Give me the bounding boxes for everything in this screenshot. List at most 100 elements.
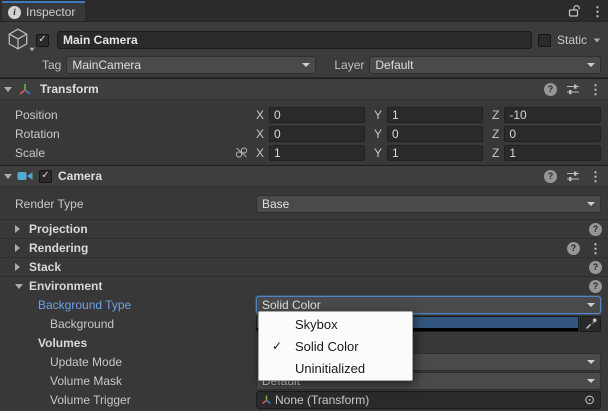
inspector-panel: i Inspector ⋮ ✓ Main Camera Static [0,0,608,411]
foldout-closed-icon [15,263,20,271]
foldout-open-icon[interactable] [4,174,12,179]
lock-open-icon[interactable] [568,4,581,18]
rotation-row: Rotation X0 Y0 Z0 [0,124,608,143]
volume-trigger-object-field[interactable]: None (Transform) ⊙ [256,391,601,409]
chevron-down-icon [587,379,595,383]
foldout-closed-icon [15,225,20,233]
scale-row: Scale X1 Y1 Z1 [0,143,608,162]
gameobject-icon-button[interactable] [6,27,36,53]
axis-y-label: Y [374,108,382,122]
component-menu-icon[interactable]: ⋮ [589,83,602,96]
popup-item-label: Solid Color [295,339,359,354]
info-icon: i [8,6,21,19]
camera-enabled-checkbox[interactable]: ✓ [39,170,52,183]
tag-dropdown[interactable]: MainCamera [66,56,316,74]
help-icon[interactable]: ? [589,223,602,236]
background-type-label: Background Type [38,298,256,312]
foldout-rendering[interactable]: Rendering ? ⋮ [0,238,608,257]
check-icon: ✓ [38,35,46,45]
projection-label: Projection [29,222,88,236]
chevron-down-icon [587,63,595,67]
scale-z-field[interactable]: 1 [504,145,601,161]
static-dropdown-arrow[interactable] [594,38,600,42]
chevron-down-icon [587,303,595,307]
rotation-label: Rotation [15,127,256,141]
active-checkbox[interactable]: ✓ [36,34,49,47]
position-z-field[interactable]: -10 [504,107,601,123]
render-type-value: Base [262,197,583,211]
chevron-down-icon [587,202,595,206]
section-menu-icon[interactable]: ⋮ [589,242,602,255]
foldout-environment[interactable]: Environment ? [0,276,608,295]
camera-icon [16,170,34,182]
object-picker-icon[interactable]: ⊙ [581,393,598,406]
check-icon: ✓ [41,171,49,181]
tab-inspector[interactable]: i Inspector [2,1,85,21]
stack-label: Stack [29,260,61,274]
foldout-stack[interactable]: Stack ? [0,257,608,276]
tab-title: Inspector [26,5,75,19]
tag-value: MainCamera [72,58,298,72]
name-field[interactable]: Main Camera [57,31,532,49]
layer-label: Layer [334,58,364,72]
chevron-down-icon [302,63,310,67]
axis-x-label: X [256,127,264,141]
check-icon: ✓ [259,339,295,353]
axis-z-label: Z [492,146,499,160]
popup-item-skybox[interactable]: Skybox [259,313,412,335]
layer-dropdown[interactable]: Default [369,56,601,74]
rotation-z-field[interactable]: 0 [504,126,601,142]
update-mode-label: Update Mode [50,355,256,369]
background-type-popup: Skybox ✓ Solid Color Uninitialized [258,311,413,381]
help-icon[interactable]: ? [544,83,557,96]
help-icon[interactable]: ? [544,170,557,183]
transform-title: Transform [40,82,99,96]
render-type-dropdown[interactable]: Base [256,195,601,213]
volume-mask-label: Volume Mask [50,374,256,388]
chevron-down-icon [587,360,595,364]
static-checkbox[interactable] [538,34,551,47]
foldout-open-icon[interactable] [4,87,12,92]
foldout-projection[interactable]: Projection ? [0,219,608,238]
gameobject-header: ✓ Main Camera Static Tag MainCamera Laye… [0,22,608,78]
layer-value: Default [375,58,583,72]
rendering-label: Rendering [29,241,88,255]
popup-item-solid-color[interactable]: ✓ Solid Color [259,335,412,357]
presets-icon[interactable] [566,170,580,182]
scale-y-field[interactable]: 1 [387,145,483,161]
foldout-closed-icon [15,244,20,252]
help-icon[interactable]: ? [567,242,580,255]
eyedropper-icon [585,318,597,330]
gameobject-name: Main Camera [63,33,138,47]
camera-header[interactable]: ✓ Camera ? ⋮ [0,165,608,187]
foldout-open-icon [15,284,23,289]
scale-x-field[interactable]: 1 [269,145,365,161]
axis-y-label: Y [374,146,382,160]
camera-title: Camera [58,169,102,183]
rotation-y-field[interactable]: 0 [387,126,483,142]
rotation-x-field[interactable]: 0 [269,126,365,142]
background-type-value: Solid Color [262,298,583,312]
transform-body: Position X0 Y1 Z-10 Rotation X0 Y0 Z0 Sc… [0,100,608,165]
transform-header[interactable]: Transform ? ⋮ [0,78,608,100]
link-constrain-icon[interactable] [235,146,248,159]
tab-bar: i Inspector ⋮ [0,0,608,22]
help-icon[interactable]: ? [589,280,602,293]
cube-icon [6,27,30,51]
background-label: Background [50,317,256,331]
component-menu-icon[interactable]: ⋮ [589,170,602,183]
popup-item-uninitialized[interactable]: Uninitialized [259,357,412,379]
axis-y-label: Y [374,127,382,141]
eyedropper-button[interactable] [580,316,601,332]
axis-x-label: X [256,108,264,122]
panel-menu-icon[interactable]: ⋮ [591,5,604,18]
render-type-label: Render Type [15,197,256,211]
environment-label: Environment [29,279,102,293]
help-icon[interactable]: ? [589,261,602,274]
position-y-field[interactable]: 1 [387,107,483,123]
transform-mini-icon [261,394,272,405]
position-x-field[interactable]: 0 [269,107,365,123]
volume-trigger-value: None (Transform) [275,393,581,407]
presets-icon[interactable] [566,83,580,95]
scale-label: Scale [15,146,235,160]
